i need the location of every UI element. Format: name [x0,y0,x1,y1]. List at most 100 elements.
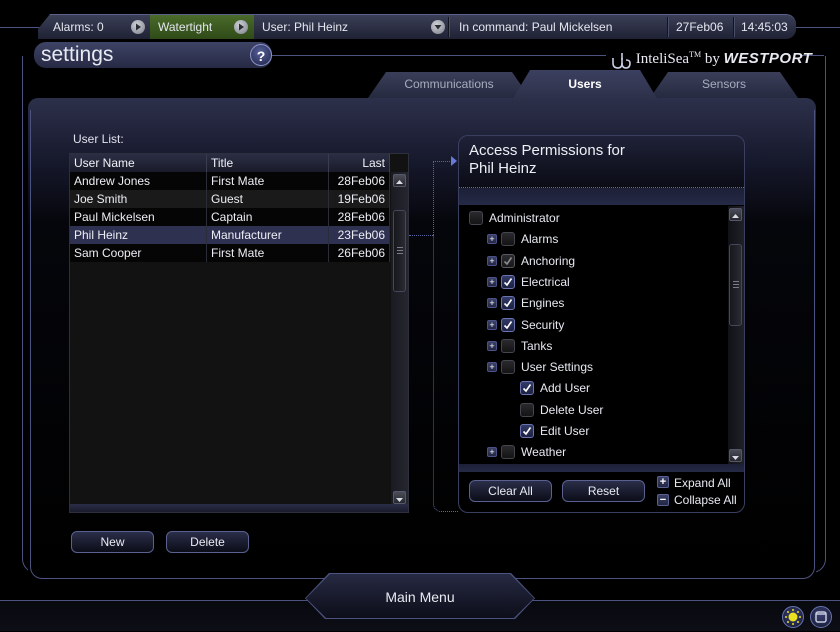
permission-item[interactable]: + Security [459,315,727,335]
expand-icon[interactable]: + [487,276,497,287]
scroll-down-button[interactable] [393,491,406,504]
page-title: settings [41,43,114,66]
permission-checkbox[interactable] [501,445,515,460]
play-icon [239,23,244,31]
brightness-button[interactable] [782,606,804,628]
divider [667,17,669,37]
mode-arrow-button[interactable] [234,20,248,34]
permission-checkbox[interactable] [520,424,534,438]
arrow-up-icon [396,180,403,184]
permission-checkbox[interactable] [501,317,515,332]
date: 27Feb06 [676,20,724,34]
status-bar-line-left [0,27,40,28]
delete-user-button[interactable]: Delete [166,531,249,553]
expand-icon[interactable]: + [487,234,497,245]
permission-checkbox[interactable] [501,253,515,268]
expand-icon[interactable]: + [487,447,497,458]
permission-item[interactable]: + Engines [459,293,727,313]
tab-sensors[interactable]: Sensors [650,72,798,98]
permission-item[interactable]: + User Settings [459,357,727,377]
permissions-band [459,188,744,205]
tab-users[interactable]: Users [512,70,658,100]
permission-item[interactable]: Delete User [459,400,727,420]
expand-icon[interactable]: + [487,255,497,266]
divider [448,17,450,37]
help-button[interactable]: ? [250,44,272,66]
user-list-scrollbar[interactable] [391,172,408,506]
permission-item[interactable]: Administrator [459,208,727,228]
permission-checkbox[interactable] [501,360,515,375]
selection-connector [433,235,458,512]
new-user-button[interactable]: New [71,531,154,553]
permission-label: Edit User [540,424,590,438]
main-menu-button[interactable]: Main Menu [306,574,534,620]
cell-title: Guest [207,190,329,208]
table-row[interactable]: Andrew Jones First Mate 28Feb06 [70,172,390,190]
brand-by: by [704,51,720,67]
checkmark-icon [522,384,532,393]
cell-last-login: 28Feb06 [329,172,390,190]
table-row[interactable]: Phil Heinz Manufacturer 23Feb06 [70,226,390,244]
expand-icon[interactable]: + [487,362,497,373]
expand-all-label[interactable]: Expand All [674,476,731,490]
permissions-title-line1: Access Permissions for [469,142,625,159]
permission-label: Anchoring [521,253,576,268]
collapse-all-button[interactable]: − [657,494,669,506]
permission-checkbox[interactable] [501,338,515,353]
cell-title: Captain [207,208,329,226]
column-header-last-login[interactable]: Last Login [329,154,390,188]
expand-icon[interactable]: + [487,340,497,351]
cell-user-name: Paul Mickelsen [70,208,207,226]
expand-all-button[interactable]: + [657,476,669,488]
column-header-user-name[interactable]: User Name [70,154,207,172]
alarms-arrow-button[interactable] [131,20,145,34]
status-bar: Alarms: 0 Watertight User: Phil Heinz In… [38,14,796,39]
permission-checkbox[interactable] [501,274,515,289]
selection-connector [409,235,433,236]
brand-tm: TM [689,50,702,59]
permission-item[interactable]: + Anchoring [459,251,727,271]
cell-user-name: Phil Heinz [70,226,207,244]
tab-label: Users [568,77,602,91]
table-row[interactable]: Sam Cooper First Mate 26Feb06 [70,244,390,262]
permission-item[interactable]: + Alarms [459,229,727,249]
reset-button[interactable]: Reset [562,480,645,502]
permission-item[interactable]: + Electrical [459,272,727,292]
brand-logo: InteliSeaTM by WESTPORT [610,44,812,69]
permission-checkbox[interactable] [501,232,515,247]
user-dropdown-button[interactable] [431,20,445,34]
cell-last-login: 28Feb06 [329,208,390,226]
permission-item[interactable]: + Tanks [459,336,727,356]
scroll-up-button[interactable] [393,174,406,187]
scroll-thumb[interactable] [729,244,742,326]
permission-item[interactable]: + Weather [459,442,727,462]
expand-icon[interactable]: + [487,298,497,309]
scroll-down-button[interactable] [729,449,742,462]
permission-checkbox[interactable] [469,211,483,225]
checkmark-icon [522,427,532,436]
scroll-up-button[interactable] [729,208,742,221]
permission-item[interactable]: Add User [459,378,727,398]
table-row[interactable]: Joe Smith Guest 19Feb06 [70,190,390,208]
permission-checkbox[interactable] [520,402,534,417]
permission-checkbox[interactable] [520,381,534,396]
collapse-all-label[interactable]: Collapse All [674,493,737,507]
permission-checkbox[interactable] [501,296,515,311]
tab-communications[interactable]: Communications [368,72,530,98]
plus-icon: + [659,476,667,488]
user-list-label: User List: [73,132,124,146]
play-icon [136,23,141,31]
clear-all-button[interactable]: Clear All [469,480,552,502]
permission-label: Weather [521,445,567,460]
window-button[interactable] [810,606,832,628]
permission-label: Tanks [521,338,553,353]
column-header-title[interactable]: Title [207,154,329,172]
checkmark-icon [503,256,513,265]
permissions-scrollbar[interactable] [728,206,744,464]
table-row[interactable]: Paul Mickelsen Captain 28Feb06 [70,208,390,226]
permission-item[interactable]: Edit User [459,421,727,441]
expand-icon[interactable]: + [487,319,497,330]
tab-label: Communications [404,77,494,91]
scroll-thumb[interactable] [393,210,406,292]
permission-label: Security [521,317,565,332]
